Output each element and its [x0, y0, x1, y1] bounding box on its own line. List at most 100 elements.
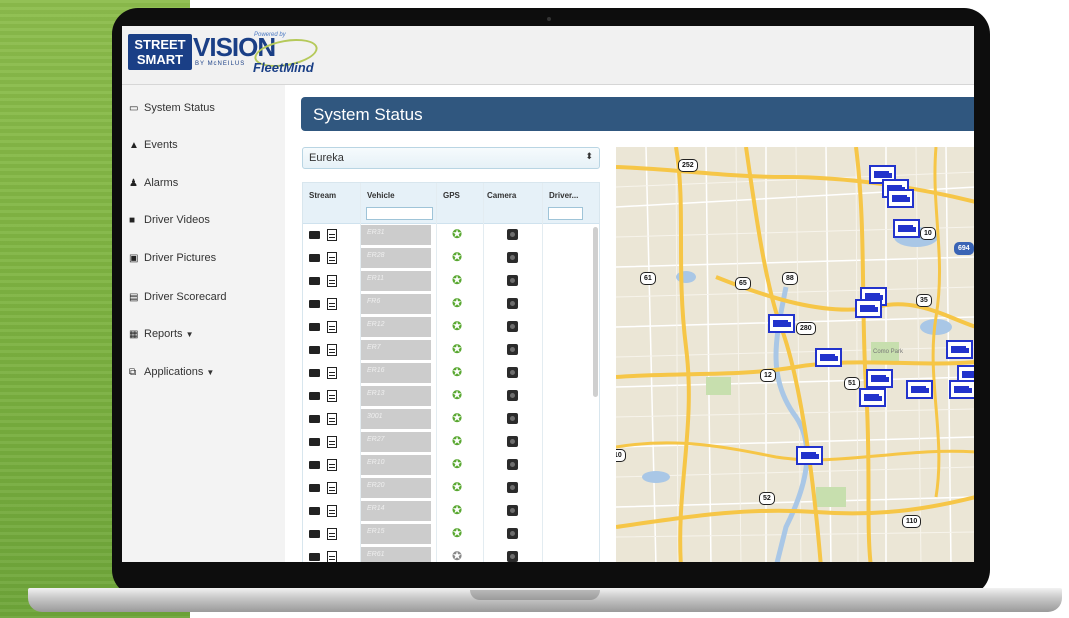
sidebar-item-applications[interactable]: ⧉ Applications ▼: [129, 364, 214, 380]
table-row[interactable]: ER12 ✪: [303, 317, 599, 337]
truck-marker-icon[interactable]: [906, 380, 933, 399]
table-row[interactable]: ER7 ✪: [303, 340, 599, 360]
film-icon[interactable]: [327, 459, 337, 471]
fleetmind-logo: FleetMind: [253, 60, 314, 75]
film-icon[interactable]: [327, 229, 337, 241]
film-icon[interactable]: [327, 482, 337, 494]
film-icon[interactable]: [327, 528, 337, 540]
camera-status-icon[interactable]: [507, 459, 518, 470]
film-icon[interactable]: [327, 252, 337, 264]
column-header-stream[interactable]: Stream: [309, 191, 336, 200]
sidebar-item-driver-videos[interactable]: ■ Driver Videos: [129, 212, 210, 228]
vehicle-table: Stream Vehicle GPS Camera Driver... ER31…: [302, 182, 600, 562]
truck-marker-icon[interactable]: [946, 340, 973, 359]
film-icon[interactable]: [327, 551, 337, 562]
video-stream-icon[interactable]: [309, 369, 320, 377]
film-icon[interactable]: [327, 344, 337, 356]
truck-marker-icon[interactable]: [855, 299, 882, 318]
truck-marker-icon[interactable]: [866, 369, 893, 388]
camera-status-icon[interactable]: [507, 436, 518, 447]
column-header-camera[interactable]: Camera: [487, 191, 516, 200]
table-row[interactable]: ER11 ✪: [303, 271, 599, 291]
sidebar-item-reports[interactable]: ▦ Reports ▼: [129, 326, 194, 342]
video-stream-icon[interactable]: [309, 254, 320, 262]
sidebar-item-driver-scorecard[interactable]: ▤ Driver Scorecard: [129, 289, 227, 305]
table-row[interactable]: ER15 ✪: [303, 524, 599, 544]
fleet-map[interactable]: 252 10 694 61 65 88 280 35 12 51 52 110 …: [616, 147, 974, 562]
video-stream-icon[interactable]: [309, 300, 320, 308]
table-row[interactable]: ER14 ✪: [303, 501, 599, 521]
table-row[interactable]: ER31 ✪: [303, 225, 599, 245]
table-row[interactable]: 3001 ✪: [303, 409, 599, 429]
camera-status-icon[interactable]: [507, 413, 518, 424]
column-header-vehicle[interactable]: Vehicle: [367, 191, 395, 200]
route-shield: 65: [735, 277, 751, 290]
camera-status-icon[interactable]: [507, 528, 518, 539]
route-shield: 52: [759, 492, 775, 505]
film-icon[interactable]: [327, 413, 337, 425]
location-select[interactable]: Eureka ⬍: [302, 147, 600, 169]
film-icon[interactable]: [327, 275, 337, 287]
truck-marker-icon[interactable]: [893, 219, 920, 238]
table-row[interactable]: ER28 ✪: [303, 248, 599, 268]
table-row[interactable]: ER10 ✪: [303, 455, 599, 475]
camera-status-icon[interactable]: [507, 275, 518, 286]
film-icon[interactable]: [327, 321, 337, 333]
video-stream-icon[interactable]: [309, 461, 320, 469]
video-stream-icon[interactable]: [309, 415, 320, 423]
truck-marker-icon[interactable]: [768, 314, 795, 333]
street-smart-logo[interactable]: STREET SMART: [128, 34, 192, 70]
camera-status-icon[interactable]: [507, 321, 518, 332]
camera-status-icon[interactable]: [507, 505, 518, 516]
film-icon[interactable]: [327, 367, 337, 379]
video-stream-icon[interactable]: [309, 553, 320, 561]
video-stream-icon[interactable]: [309, 484, 320, 492]
column-header-driver[interactable]: Driver...: [549, 191, 578, 200]
video-stream-icon[interactable]: [309, 346, 320, 354]
truck-marker-icon[interactable]: [796, 446, 823, 465]
camera-status-icon[interactable]: [507, 482, 518, 493]
table-row[interactable]: ER27 ✪: [303, 432, 599, 452]
sidebar-item-label: Reports: [144, 328, 183, 340]
sidebar-item-alarms[interactable]: ♟ Alarms: [129, 175, 178, 191]
truck-marker-icon[interactable]: [887, 189, 914, 208]
camera-status-icon[interactable]: [507, 344, 518, 355]
film-icon[interactable]: [327, 436, 337, 448]
film-icon[interactable]: [327, 505, 337, 517]
truck-marker-icon[interactable]: [815, 348, 842, 367]
video-stream-icon[interactable]: [309, 530, 320, 538]
table-row[interactable]: FR6 ✪: [303, 294, 599, 314]
column-header-gps[interactable]: GPS: [443, 191, 460, 200]
vehicle-name: ER11: [367, 275, 384, 282]
select-arrows-icon: ⬍: [585, 151, 593, 161]
video-stream-icon[interactable]: [309, 323, 320, 331]
place-label: Como Park: [873, 349, 904, 355]
camera-status-icon[interactable]: [507, 298, 518, 309]
video-stream-icon[interactable]: [309, 507, 320, 515]
vehicle-filter-input[interactable]: [366, 207, 433, 220]
table-row[interactable]: ER20 ✪: [303, 478, 599, 498]
table-scrollbar[interactable]: [593, 227, 598, 397]
camera-status-icon[interactable]: [507, 390, 518, 401]
camera-status-icon[interactable]: [507, 367, 518, 378]
sidebar-item-events[interactable]: ▲ Events: [129, 137, 178, 153]
table-row[interactable]: ER13 ✪: [303, 386, 599, 406]
table-row[interactable]: ER16 ✪: [303, 363, 599, 383]
truck-marker-icon[interactable]: [859, 388, 886, 407]
film-icon[interactable]: [327, 298, 337, 310]
sidebar-item-driver-pictures[interactable]: ▣ Driver Pictures: [129, 250, 216, 266]
sidebar-item-system-status[interactable]: ▭ System Status: [129, 100, 215, 116]
camera-status-icon[interactable]: [507, 551, 518, 562]
page-title-bar: System Status: [301, 97, 974, 131]
video-stream-icon[interactable]: [309, 438, 320, 446]
table-row[interactable]: ER61 ✪: [303, 547, 599, 562]
camera-status-icon[interactable]: [507, 229, 518, 240]
camera-status-icon[interactable]: [507, 252, 518, 263]
laptop-camera: [547, 17, 551, 21]
truck-marker-icon[interactable]: [949, 380, 974, 399]
driver-filter-input[interactable]: [548, 207, 583, 220]
film-icon[interactable]: [327, 390, 337, 402]
video-stream-icon[interactable]: [309, 231, 320, 239]
video-stream-icon[interactable]: [309, 392, 320, 400]
video-stream-icon[interactable]: [309, 277, 320, 285]
